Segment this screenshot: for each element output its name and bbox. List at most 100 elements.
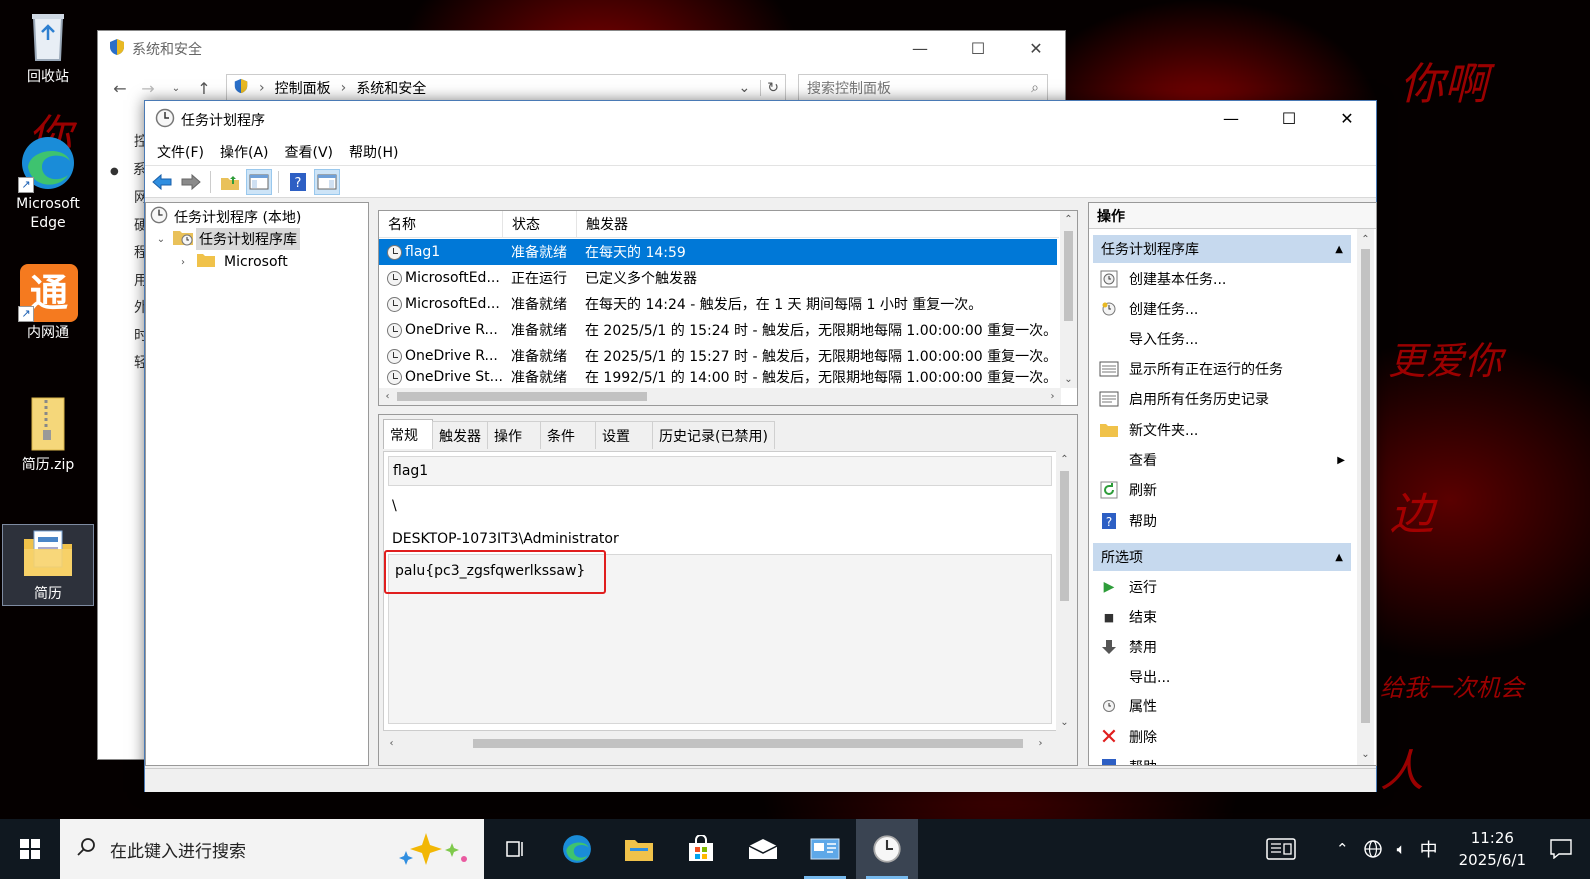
action-import-task[interactable]: 导入任务... bbox=[1093, 324, 1351, 354]
tab-actions[interactable]: 操作 bbox=[487, 421, 541, 449]
scrollbar-thumb[interactable] bbox=[1064, 231, 1073, 321]
scroll-down-icon[interactable]: ⌄ bbox=[1056, 714, 1073, 731]
scroll-up-icon[interactable]: ⌃ bbox=[1357, 231, 1374, 248]
action-refresh[interactable]: 刷新 bbox=[1093, 475, 1351, 505]
scrollbar-thumb[interactable] bbox=[473, 739, 1023, 748]
neiwangtong-shortcut[interactable]: 通 ↗ 内网通 bbox=[2, 264, 94, 343]
menu-help[interactable]: 帮助(H) bbox=[341, 142, 406, 162]
actions-vertical-scrollbar[interactable]: ⌃ ⌄ bbox=[1357, 229, 1374, 765]
address-bar[interactable]: › 控制面板 › 系统和安全 ⌄ ↻ bbox=[226, 74, 786, 102]
show-hidden-icons-icon[interactable]: ⌃ bbox=[1329, 840, 1356, 858]
tab-general[interactable]: 常规 bbox=[383, 419, 433, 449]
taskbar-search-input[interactable]: 在此键入进行搜索 bbox=[60, 819, 484, 879]
chevron-down-icon[interactable]: ⌄ bbox=[739, 80, 751, 96]
show-hide-action-pane-button[interactable] bbox=[314, 168, 340, 195]
task-row[interactable]: MicrosoftEd... 正在运行 已定义多个触发器 bbox=[379, 265, 1057, 291]
scrollbar-thumb[interactable] bbox=[1361, 249, 1370, 723]
edge-shortcut[interactable]: ↗ Microsoft Edge bbox=[2, 135, 94, 233]
scrollbar-thumb[interactable] bbox=[397, 392, 647, 401]
taskbar-mail[interactable] bbox=[732, 819, 794, 879]
tab-conditions[interactable]: 条件 bbox=[540, 421, 596, 449]
scroll-right-icon[interactable]: › bbox=[1032, 735, 1049, 752]
show-hide-console-tree-button[interactable] bbox=[246, 168, 272, 195]
details-horizontal-scrollbar[interactable]: ‹ › bbox=[383, 735, 1049, 752]
action-create-basic-task[interactable]: 创建基本任务... bbox=[1093, 264, 1351, 294]
task-row[interactable]: OneDrive R... 准备就绪 在 2025/5/1 的 15:27 时 … bbox=[379, 343, 1057, 369]
expanded-chevron-icon[interactable]: ⌄ bbox=[154, 234, 168, 245]
column-header-trigger[interactable]: 触发器 bbox=[577, 211, 1059, 237]
column-header-status[interactable]: 状态 bbox=[503, 211, 577, 237]
forward-button[interactable] bbox=[178, 169, 204, 195]
action-show-running[interactable]: 显示所有正在运行的任务 bbox=[1093, 354, 1351, 384]
scrollbar-thumb[interactable] bbox=[1060, 471, 1069, 601]
tab-settings[interactable]: 设置 bbox=[595, 421, 653, 449]
scroll-left-icon[interactable]: ‹ bbox=[379, 388, 396, 405]
task-view-button[interactable] bbox=[484, 819, 546, 879]
ime-indicator[interactable]: 中 bbox=[1413, 836, 1445, 862]
tab-triggers[interactable]: 触发器 bbox=[432, 421, 488, 449]
task-row[interactable]: OneDrive St... 准备就绪 在 1992/5/1 的 14:00 时… bbox=[379, 369, 1057, 385]
close-button[interactable]: ✕ bbox=[1318, 101, 1376, 135]
action-export[interactable]: 导出... bbox=[1093, 662, 1351, 692]
minimize-button[interactable]: — bbox=[891, 31, 949, 65]
action-delete[interactable]: ✕ 删除 bbox=[1093, 722, 1351, 752]
scroll-right-icon[interactable]: › bbox=[1044, 388, 1061, 405]
task-row[interactable]: OneDrive R... 准备就绪 在 2025/5/1 的 15:24 时 … bbox=[379, 317, 1057, 343]
recent-dropdown-icon[interactable]: ⌄ bbox=[162, 83, 190, 94]
taskbar-task-scheduler[interactable] bbox=[856, 819, 918, 879]
tab-history[interactable]: 历史记录(已禁用) bbox=[652, 421, 775, 449]
close-button[interactable]: ✕ bbox=[1007, 31, 1065, 65]
taskbar-edge[interactable] bbox=[546, 819, 608, 879]
section-header-library[interactable]: 任务计划程序库 ▲ bbox=[1093, 235, 1351, 263]
recycle-bin-shortcut[interactable]: 回收站 bbox=[2, 8, 94, 87]
news-widget-icon[interactable] bbox=[1259, 838, 1303, 860]
menu-action[interactable]: 操作(A) bbox=[212, 142, 277, 162]
breadcrumb-item[interactable]: 控制面板 bbox=[275, 78, 331, 98]
collapse-caret-icon[interactable]: ▲ bbox=[1335, 552, 1343, 563]
menu-view[interactable]: 查看(V) bbox=[277, 142, 342, 162]
details-vertical-scrollbar[interactable]: ⌃ ⌄ bbox=[1056, 451, 1073, 731]
start-button[interactable] bbox=[0, 819, 60, 879]
action-help[interactable]: ? 帮助 bbox=[1093, 506, 1351, 536]
help-button[interactable]: ? bbox=[285, 169, 311, 195]
breadcrumb-item[interactable]: 系统和安全 bbox=[356, 78, 426, 98]
volume-icon[interactable]: 🔈︎ bbox=[1390, 840, 1413, 858]
maximize-button[interactable]: ☐ bbox=[1260, 101, 1318, 135]
task-list-horizontal-scrollbar[interactable]: ‹ › bbox=[379, 388, 1061, 405]
resume-folder[interactable]: 简历 bbox=[2, 524, 94, 606]
action-end[interactable]: ■ 结束 bbox=[1093, 602, 1351, 632]
action-help-selected[interactable]: 帮助 bbox=[1093, 752, 1351, 765]
scroll-up-icon[interactable]: ⌃ bbox=[1056, 451, 1073, 468]
taskbar-clock[interactable]: 11:26 2025/6/1 bbox=[1445, 827, 1540, 871]
action-run[interactable]: ▶ 运行 bbox=[1093, 572, 1351, 602]
task-list-vertical-scrollbar[interactable]: ⌃ ⌄ bbox=[1060, 211, 1077, 388]
taskbar-control-panel[interactable] bbox=[794, 819, 856, 879]
collapsed-chevron-icon[interactable]: › bbox=[176, 257, 190, 268]
task-row[interactable]: flag1 准备就绪 在每天的 14:59 bbox=[379, 239, 1057, 265]
scroll-up-icon[interactable]: ⌃ bbox=[1060, 211, 1077, 228]
back-button[interactable] bbox=[149, 169, 175, 195]
tree-node-microsoft[interactable]: › Microsoft bbox=[176, 251, 288, 273]
section-header-selected[interactable]: 所选项 ▲ bbox=[1093, 543, 1351, 571]
scroll-down-icon[interactable]: ⌄ bbox=[1060, 371, 1077, 388]
maximize-button[interactable]: ☐ bbox=[949, 31, 1007, 65]
task-row[interactable]: MicrosoftEd... 准备就绪 在每天的 14:24 - 触发后，在 1… bbox=[379, 291, 1057, 317]
action-create-task[interactable]: 创建任务... bbox=[1093, 294, 1351, 324]
tree-node-root[interactable]: 任务计划程序 (本地) bbox=[150, 206, 301, 228]
up-folder-button[interactable] bbox=[217, 169, 243, 195]
network-globe-icon[interactable] bbox=[1356, 839, 1390, 859]
action-new-folder[interactable]: 新文件夹... bbox=[1093, 415, 1351, 445]
menu-file[interactable]: 文件(F) bbox=[149, 142, 212, 162]
tree-node-library[interactable]: ⌄ 任务计划程序库 bbox=[154, 228, 300, 250]
minimize-button[interactable]: — bbox=[1202, 101, 1260, 135]
resume-zip-file[interactable]: 简历.zip bbox=[2, 396, 94, 475]
control-panel-search-input[interactable]: 搜索控制面板 ⌕ bbox=[798, 74, 1048, 102]
column-header-name[interactable]: 名称 bbox=[379, 211, 503, 237]
notifications-icon[interactable] bbox=[1540, 839, 1590, 859]
action-disable[interactable]: 禁用 bbox=[1093, 632, 1351, 662]
scroll-left-icon[interactable]: ‹ bbox=[383, 735, 400, 752]
action-enable-history[interactable]: 启用所有任务历史记录 bbox=[1093, 384, 1351, 414]
action-view[interactable]: 查看 ▶ bbox=[1093, 445, 1351, 475]
forward-arrow-icon[interactable]: → bbox=[134, 79, 162, 98]
back-arrow-icon[interactable]: ← bbox=[106, 79, 134, 98]
